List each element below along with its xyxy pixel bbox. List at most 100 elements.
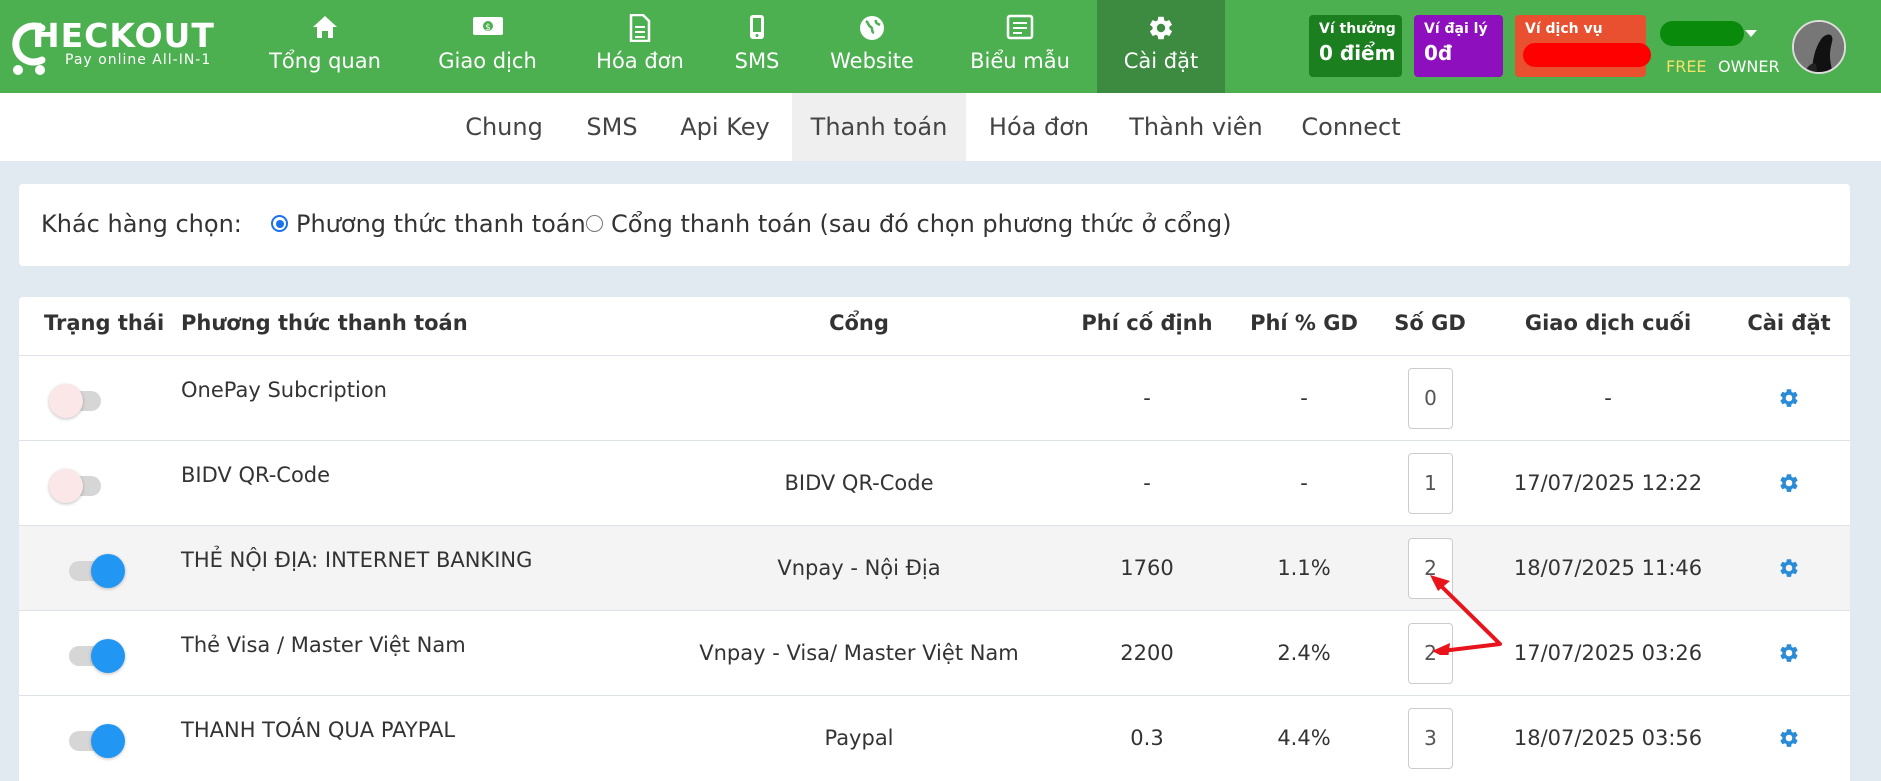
fixed-fee: 0.3 [1130, 726, 1164, 750]
tab-payment[interactable]: Thanh toán [792, 93, 966, 161]
wallet-value-redacted [1523, 43, 1651, 67]
gear-icon[interactable] [1778, 642, 1800, 664]
last-transaction: 18/07/2025 11:46 [1513, 556, 1703, 580]
gear-icon [1150, 16, 1172, 40]
last-transaction: 18/07/2025 03:56 [1513, 726, 1703, 750]
avatar[interactable] [1792, 20, 1846, 74]
nav-label: Hóa đơn [596, 49, 684, 73]
percent-fee: 4.4% [1277, 726, 1331, 750]
gear-icon[interactable] [1778, 557, 1800, 579]
column-header-gateway: Cổng [829, 311, 889, 335]
nav-item-transactions[interactable]: $ Giao dịch [425, 0, 550, 93]
column-header-method: Phương thức thanh toán [181, 311, 468, 335]
column-header-percent-fee: Phí % GD [1250, 311, 1358, 335]
tx-count-box: 3 [1408, 708, 1453, 769]
payment-methods-table: Trạng thái Phương thức thanh toán Cổng P… [19, 297, 1850, 781]
last-transaction: 17/07/2025 12:22 [1513, 471, 1703, 495]
fixed-fee: 1760 [1120, 556, 1174, 580]
status-toggle[interactable] [69, 639, 125, 673]
gear-icon[interactable] [1778, 387, 1800, 409]
wallet-value: 0đ [1424, 41, 1453, 65]
wallet-service[interactable]: Ví dịch vụ [1515, 15, 1651, 77]
percent-fee: 1.1% [1277, 556, 1331, 580]
nav-item-sms[interactable]: SMS [722, 0, 792, 93]
tab-sms[interactable]: SMS [566, 93, 658, 161]
gateway-name: Paypal [824, 726, 894, 750]
home-icon [313, 16, 337, 38]
percent-fee: - [1300, 471, 1308, 495]
last-transaction: 17/07/2025 03:26 [1513, 641, 1703, 665]
top-navbar: HECKOUT Pay online All-IN-1 Tổng quan $ … [0, 0, 1881, 93]
nav-item-settings[interactable]: Cài đặt [1097, 0, 1225, 93]
annotation-arrows [1430, 575, 1502, 655]
document-icon [629, 14, 651, 42]
percent-fee: 2.4% [1277, 641, 1331, 665]
brand-name: HECKOUT [32, 16, 215, 55]
nav-item-invoices[interactable]: Hóa đơn [582, 0, 698, 93]
percent-fee: - [1300, 386, 1308, 410]
last-transaction: - [1604, 386, 1612, 410]
wallet-agent[interactable]: Ví đại lý 0đ [1414, 15, 1503, 77]
money-icon: $ [472, 17, 503, 35]
method-name: OnePay Subcription [181, 378, 387, 402]
method-name: THẺ NỘI ĐỊA: INTERNET BANKING [181, 548, 533, 572]
globe-icon [860, 16, 884, 40]
svg-text:$: $ [485, 23, 491, 33]
wallet-title: Ví thưởng [1319, 21, 1396, 37]
gateway-name: Vnpay - Nội Địa [777, 556, 941, 580]
gateway-name: Vnpay - Visa/ Master Việt Nam [699, 641, 1019, 665]
table-row: THANH TOÁN QUA PAYPAL Paypal 0.3 4.4% 3 … [19, 696, 1850, 781]
fixed-fee: - [1143, 386, 1151, 410]
column-header-settings: Cài đặt [1747, 311, 1831, 335]
plan-badge: FREE [1666, 57, 1707, 76]
tab-general[interactable]: Chung [452, 93, 556, 161]
nav-label: Cài đặt [1123, 49, 1199, 73]
tx-count-box: 0 [1408, 368, 1453, 429]
nav-item-forms[interactable]: Biểu mẫu [960, 0, 1080, 93]
nav-label: SMS [734, 49, 780, 73]
form-icon [1006, 14, 1034, 40]
radio-payment-gateway-label[interactable]: Cổng thanh toán (sau đó chọn phương thức… [611, 210, 1232, 238]
nav-item-overview[interactable]: Tổng quan [258, 0, 392, 93]
brand-tagline: Pay online All-IN-1 [65, 52, 212, 68]
tab-connect[interactable]: Connect [1296, 93, 1406, 161]
status-toggle[interactable] [49, 384, 101, 418]
column-header-tx-count: Số GD [1394, 311, 1466, 335]
brand-logo[interactable]: HECKOUT Pay online All-IN-1 [10, 16, 220, 76]
tab-api-key[interactable]: Api Key [668, 93, 782, 161]
fixed-fee: - [1143, 471, 1151, 495]
method-name: Thẻ Visa / Master Việt Nam [181, 633, 466, 657]
tx-count-box: 1 [1408, 453, 1453, 514]
table-row: Thẻ Visa / Master Việt Nam Vnpay - Visa/… [19, 611, 1850, 696]
table-row: BIDV QR-Code BIDV QR-Code - - 1 17/07/20… [19, 441, 1850, 526]
gear-icon[interactable] [1778, 727, 1800, 749]
account-name-redacted[interactable] [1660, 21, 1744, 46]
column-header-fixed-fee: Phí cố định [1081, 311, 1213, 335]
method-name: THANH TOÁN QUA PAYPAL [181, 718, 456, 742]
nav-item-website[interactable]: Website [822, 0, 922, 93]
role-label: OWNER [1718, 57, 1780, 76]
radio-payment-gateway[interactable] [586, 215, 603, 232]
nav-label: Website [830, 49, 914, 73]
wallet-title: Ví đại lý [1424, 21, 1488, 37]
status-toggle[interactable] [69, 724, 125, 758]
status-toggle[interactable] [69, 554, 125, 588]
table-row: OnePay Subcription - - 0 - [19, 356, 1850, 441]
mobile-icon [750, 15, 764, 39]
column-header-status: Trạng thái [44, 311, 165, 335]
tab-members[interactable]: Thành viên [1124, 93, 1268, 161]
wallet-reward[interactable]: Ví thưởng 0 điểm [1309, 15, 1402, 77]
customer-choice-card: Khác hàng chọn: Phương thức thanh toán C… [19, 184, 1850, 266]
tab-invoice[interactable]: Hóa đơn [976, 93, 1102, 161]
gear-icon[interactable] [1778, 472, 1800, 494]
avatar-image [1794, 22, 1844, 72]
chevron-down-icon[interactable] [1745, 30, 1757, 37]
fixed-fee: 2200 [1120, 641, 1174, 665]
status-toggle[interactable] [49, 469, 101, 503]
wallet-value: 0 điểm [1319, 41, 1396, 65]
table-row: THẺ NỘI ĐỊA: INTERNET BANKING Vnpay - Nộ… [19, 526, 1850, 611]
radio-payment-method[interactable] [271, 215, 288, 232]
radio-payment-method-label[interactable]: Phương thức thanh toán [296, 210, 586, 238]
nav-label: Giao dịch [438, 49, 537, 73]
gateway-name: BIDV QR-Code [784, 471, 934, 495]
